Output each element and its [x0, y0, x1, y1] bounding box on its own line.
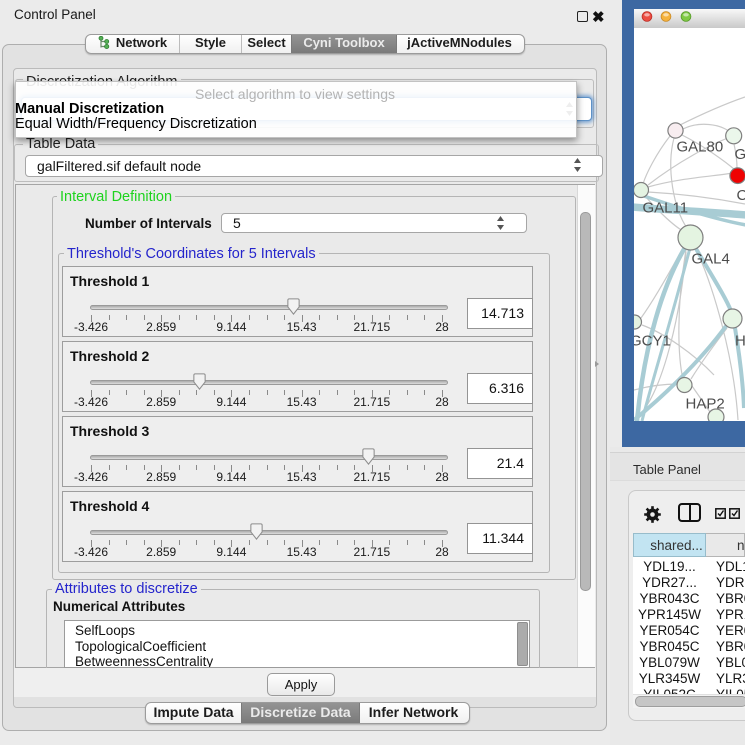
svg-text:GAL4: GAL4 — [692, 251, 730, 268]
svg-text:GCY1: GCY1 — [634, 333, 671, 350]
svg-text:GAL11: GAL11 — [643, 200, 689, 217]
svg-text:GAL80: GAL80 — [677, 139, 724, 156]
svg-text:C: C — [737, 187, 745, 204]
svg-text:H: H — [735, 333, 745, 350]
svg-text:GA: GA — [735, 146, 745, 163]
svg-text:HAP2: HAP2 — [686, 396, 725, 413]
